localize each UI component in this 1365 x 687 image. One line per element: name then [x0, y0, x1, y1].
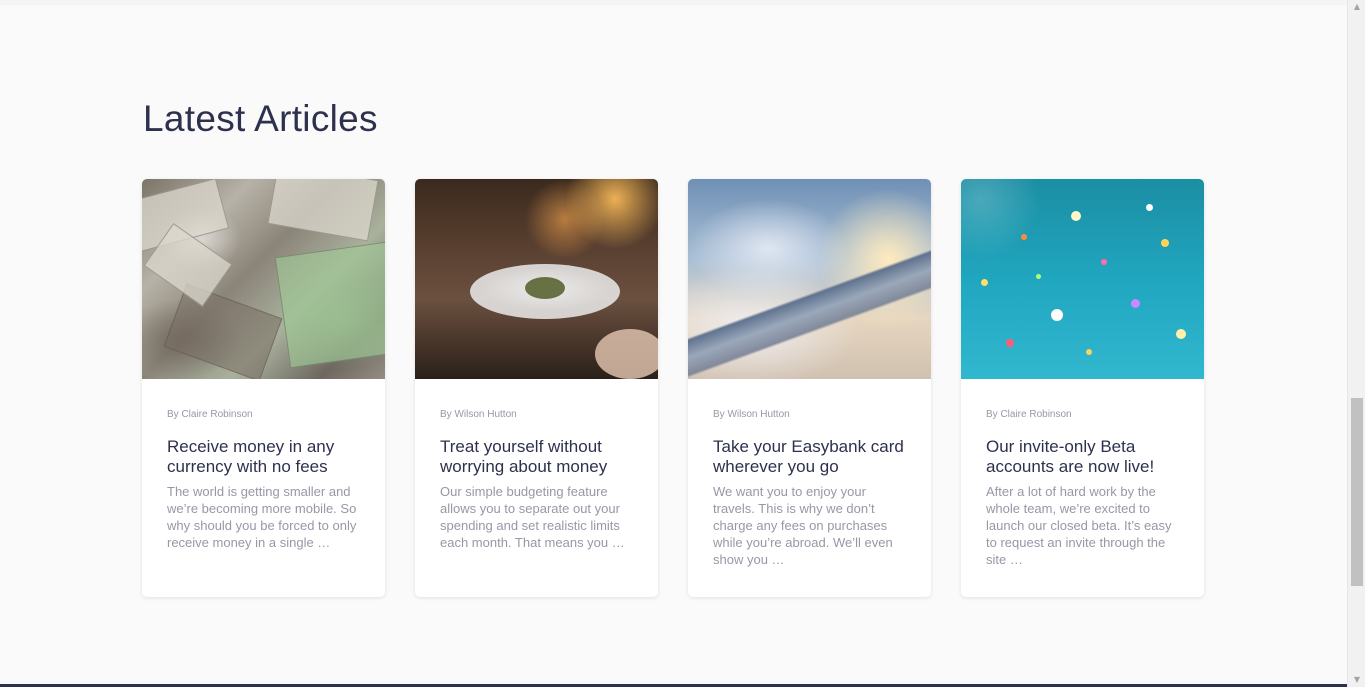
article-author: By Wilson Hutton [440, 409, 517, 420]
article-author: By Claire Robinson [167, 409, 253, 420]
confetti-dot [1086, 349, 1092, 355]
article-body: By Wilson Hutton Take your Easybank card… [688, 379, 931, 568]
article-body: By Claire Robinson Receive money in any … [142, 379, 385, 551]
article-body: By Claire Robinson Our invite-only Beta … [961, 379, 1204, 568]
confetti-dot [1161, 239, 1169, 247]
article-title[interactable]: Our invite-only Beta accounts are now li… [986, 437, 1179, 477]
confetti-dot [1006, 339, 1014, 347]
confetti-dot [1101, 259, 1107, 265]
article-image-restaurant[interactable] [415, 179, 658, 379]
page-scrollbar[interactable]: ▲ ▼ [1347, 0, 1365, 687]
article-title[interactable]: Take your Easybank card wherever you go [713, 437, 906, 477]
confetti-dot [1071, 211, 1081, 221]
confetti-dot [1036, 274, 1041, 279]
header-edge [0, 0, 1347, 5]
article-card[interactable]: By Wilson Hutton Treat yourself without … [415, 179, 658, 597]
scroll-up-arrow-icon[interactable]: ▲ [1348, 0, 1365, 14]
confetti-dot [1131, 299, 1140, 308]
confetti-dot [1146, 204, 1153, 211]
article-title[interactable]: Receive money in any currency with no fe… [167, 437, 360, 477]
article-image-confetti[interactable] [961, 179, 1204, 379]
article-body: By Wilson Hutton Treat yourself without … [415, 379, 658, 551]
article-image-airplane[interactable] [688, 179, 931, 379]
article-author: By Claire Robinson [986, 409, 1072, 420]
article-card[interactable]: By Claire Robinson Receive money in any … [142, 179, 385, 597]
article-excerpt: Our simple budgeting feature allows you … [440, 484, 625, 550]
food-shape [525, 277, 565, 299]
banknote-shape [274, 241, 385, 369]
article-title[interactable]: Treat yourself without worrying about mo… [440, 437, 633, 477]
confetti-dot [1051, 309, 1063, 321]
banknote-shape [267, 179, 379, 242]
banknote-shape [163, 283, 283, 379]
section-title: Latest Articles [143, 98, 378, 139]
confetti-dot [1021, 234, 1027, 240]
article-excerpt: The world is getting smaller and we’re b… [167, 484, 357, 550]
article-card[interactable]: By Claire Robinson Our invite-only Beta … [961, 179, 1204, 597]
article-author: By Wilson Hutton [713, 409, 790, 420]
scrollbar-thumb[interactable] [1351, 398, 1363, 586]
article-card[interactable]: By Wilson Hutton Take your Easybank card… [688, 179, 931, 597]
confetti-dot [981, 279, 988, 286]
confetti-dot [1176, 329, 1186, 339]
article-image-currency[interactable] [142, 179, 385, 379]
page: Latest Articles By Claire Robinson Recei… [0, 0, 1365, 687]
scroll-down-arrow-icon[interactable]: ▼ [1348, 673, 1365, 687]
article-excerpt: We want you to enjoy your travels. This … [713, 484, 893, 567]
hand-shape [595, 329, 658, 379]
article-excerpt: After a lot of hard work by the whole te… [986, 484, 1172, 567]
